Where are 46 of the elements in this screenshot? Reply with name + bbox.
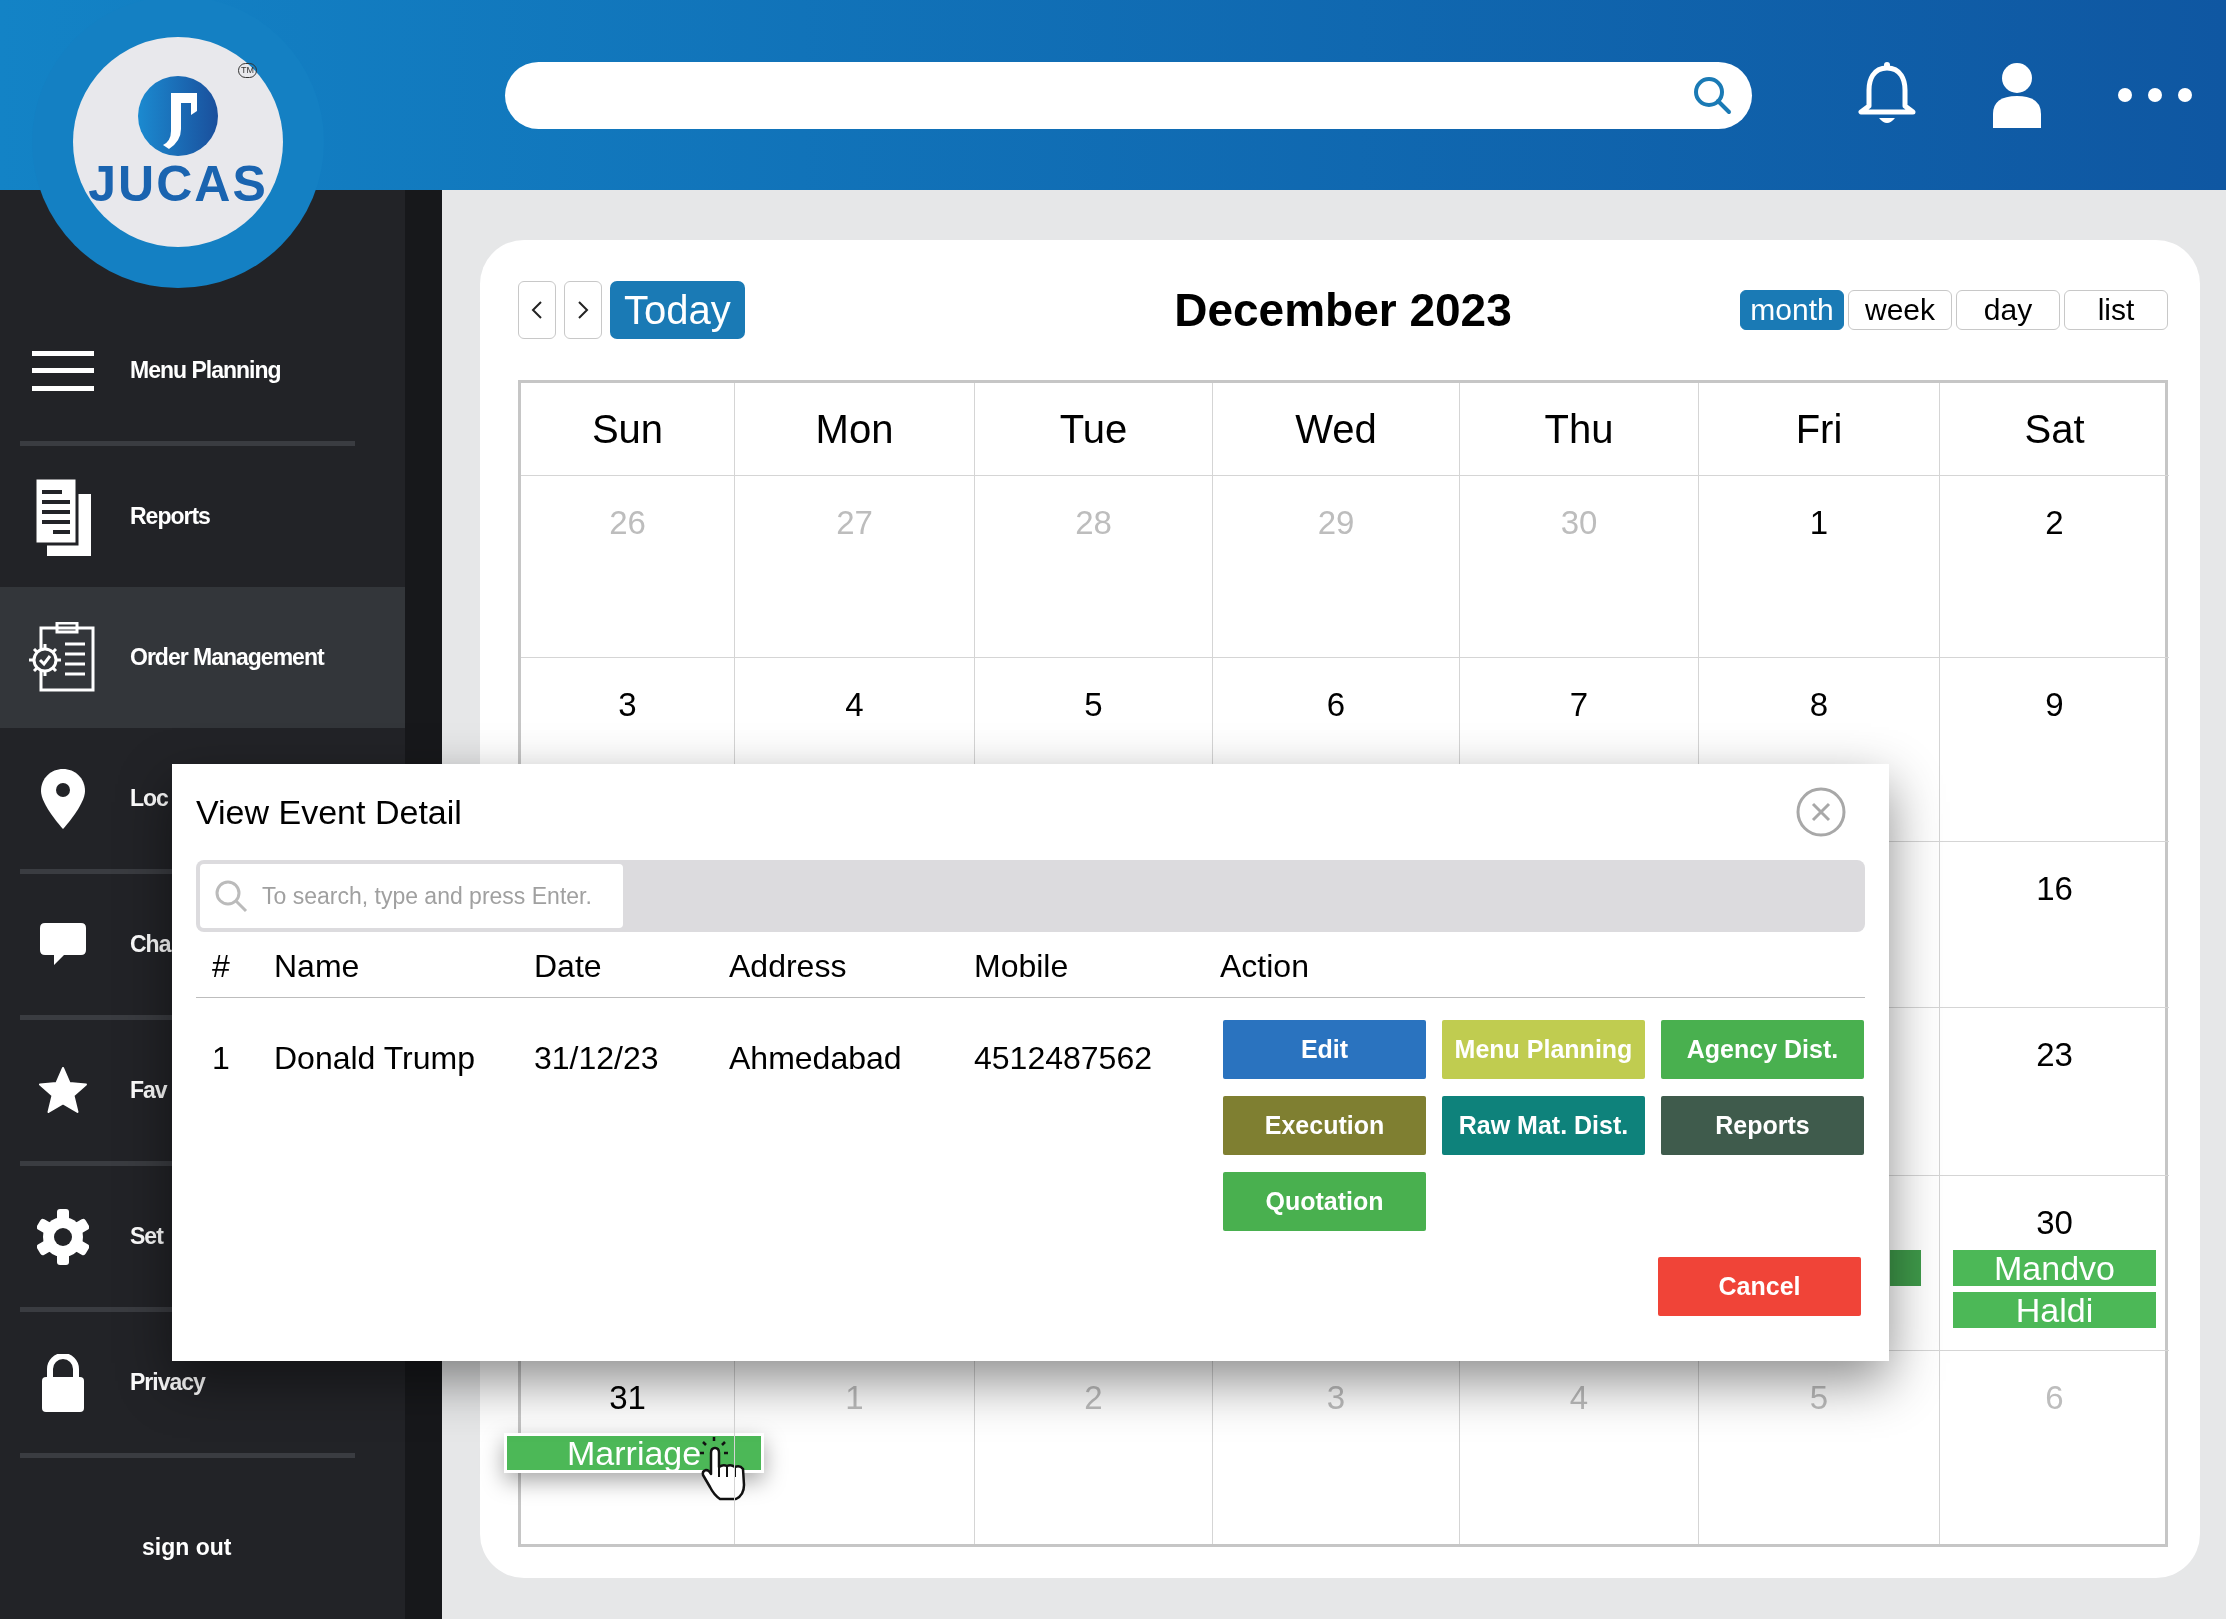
table-cell-text: 4512487562	[974, 1039, 1153, 1078]
day-number: 5	[1809, 1381, 1829, 1414]
column-header: Address	[729, 946, 848, 986]
day-number: 26	[609, 506, 646, 539]
column-header: Name	[274, 946, 361, 986]
day-number: 23	[2036, 1038, 2073, 1071]
weekday-header: Fri	[1795, 409, 1843, 449]
weekday-header: Tue	[1059, 409, 1128, 449]
logo-text: JUCAS	[88, 159, 268, 209]
day-number: 3	[618, 688, 637, 721]
weekday-header: Mon	[815, 409, 894, 449]
day-number: 30	[1560, 506, 1598, 539]
day-number: 6	[2045, 1381, 2064, 1414]
day-number: 29	[1317, 506, 1355, 539]
day-number: 30	[2036, 1206, 2073, 1239]
day-number: 4	[845, 688, 864, 721]
day-number: 1	[845, 1381, 864, 1414]
day-number: 3	[1326, 1381, 1346, 1414]
weekday-header: Sun	[591, 409, 664, 449]
table-cell-text: Donald Trump	[274, 1039, 476, 1078]
weekday-header: Sat	[2024, 409, 2085, 449]
table-cell-text: 31/12/23	[534, 1039, 660, 1078]
day-number: 16	[2036, 872, 2073, 905]
dialog-title: View Event Detail	[196, 795, 462, 829]
table-cell-text: 1	[212, 1039, 231, 1078]
day-number: 4	[1569, 1381, 1589, 1414]
day-number: 6	[1326, 688, 1346, 721]
column-header: Action	[1220, 946, 1310, 986]
weekday-header: Thu	[1544, 409, 1614, 449]
weekday-header: Wed	[1295, 409, 1377, 449]
column-header: #	[212, 946, 231, 986]
day-number: 7	[1569, 688, 1589, 721]
day-number: 8	[1809, 688, 1829, 721]
day-number: 5	[1084, 688, 1103, 721]
day-number: 27	[836, 506, 873, 539]
day-number: 9	[2045, 688, 2064, 721]
day-number: 2	[1084, 1381, 1103, 1414]
month-title: December 2023	[1174, 287, 1512, 333]
column-header: Mobile	[974, 946, 1070, 986]
column-header: Date	[534, 946, 603, 986]
trademark: TM	[238, 63, 257, 78]
table-cell-text: Ahmedabad	[729, 1039, 903, 1078]
day-number: 28	[1075, 506, 1112, 539]
day-number: 2	[2045, 506, 2064, 539]
day-number: 1	[1809, 506, 1829, 539]
day-number: 31	[609, 1381, 646, 1414]
